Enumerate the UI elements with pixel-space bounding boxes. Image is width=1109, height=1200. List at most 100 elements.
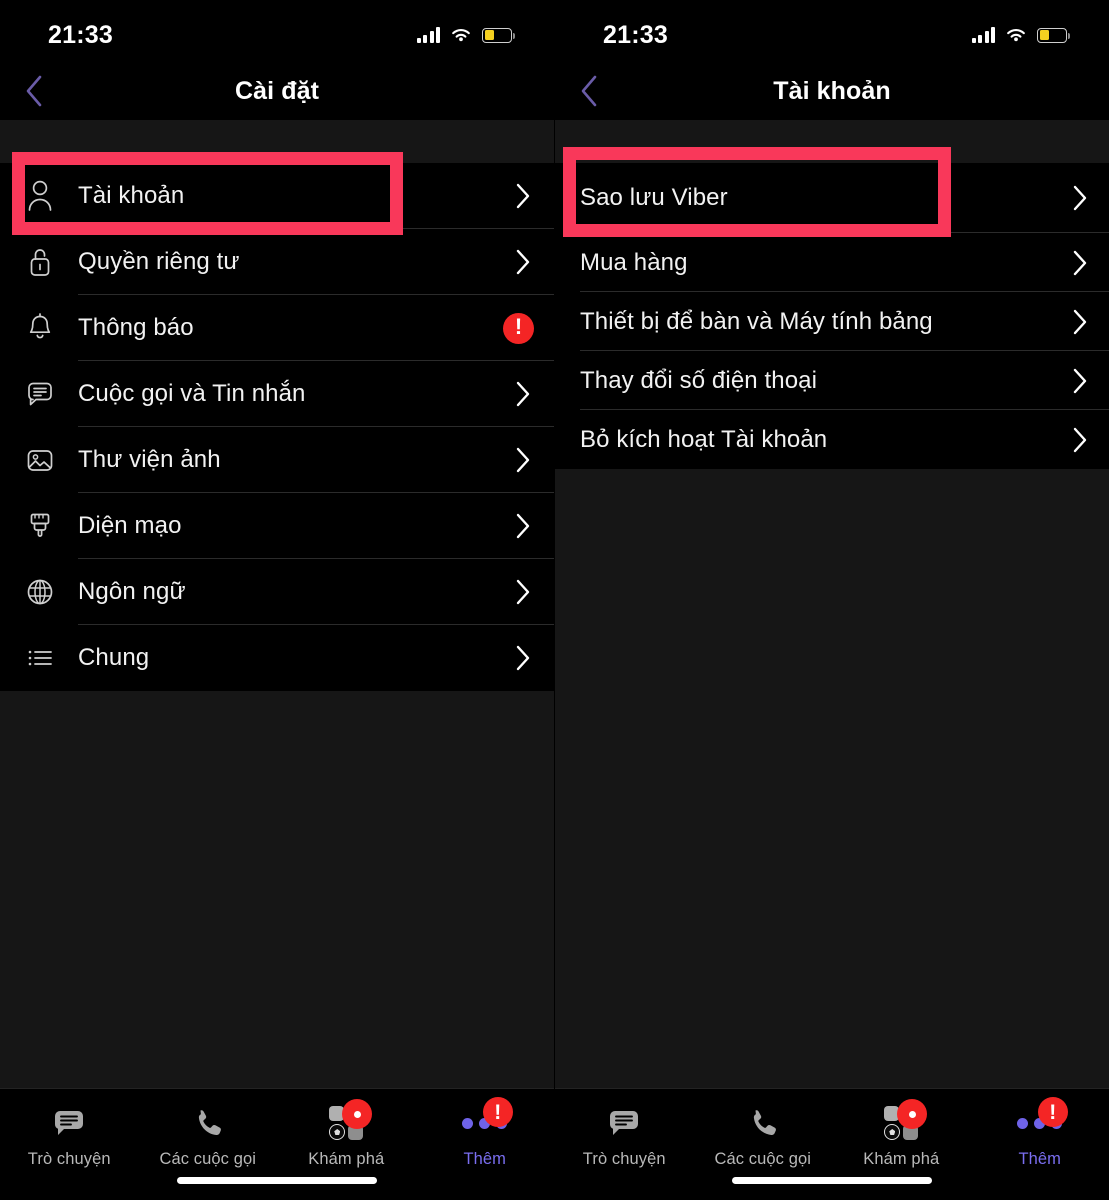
tab-bar-left: Trò chuyện Các cuộc gọi Khám phá ! Thêm (0, 1088, 554, 1200)
tab-explore[interactable]: Khám phá (277, 1099, 416, 1169)
tab-more[interactable]: ! Thêm (416, 1097, 555, 1169)
empty-body-right (555, 469, 1109, 1091)
chevron-right-icon (1072, 309, 1087, 335)
settings-row-language[interactable]: Ngôn ngữ (0, 559, 554, 625)
settings-row-photo-library[interactable]: Thư viện ảnh (0, 427, 554, 493)
tab-badge-dot (897, 1099, 928, 1129)
account-row-desktop-tablet[interactable]: Thiết bị để bàn và Máy tính bảng (555, 292, 1109, 351)
chevron-right-icon (515, 579, 530, 605)
tab-explore[interactable]: Khám phá (832, 1099, 971, 1169)
account-row-label: Thay đổi số điện thoại (580, 366, 818, 394)
account-row-label: Thiết bị để bàn và Máy tính bảng (580, 307, 933, 335)
settings-row-label: Thư viện ảnh (78, 446, 221, 473)
chevron-left-icon (581, 75, 597, 107)
chevron-right-icon (1072, 185, 1087, 211)
chevron-right-icon (515, 513, 530, 539)
page-title-right: Tài khoản (773, 76, 891, 105)
status-bar-indicators (971, 18, 1071, 44)
nav-bar-right: Tài khoản (555, 62, 1109, 120)
account-row-purchases[interactable]: Mua hàng (555, 233, 1109, 292)
photo-icon (18, 438, 62, 482)
settings-row-label: Chung (78, 644, 150, 671)
status-bar-right: 21:33 (555, 0, 1109, 62)
status-badge-alert: ! (503, 312, 534, 344)
settings-row-label: Diện mạo (78, 512, 182, 539)
account-row-viber-backup[interactable]: Sao lưu Viber (555, 163, 1109, 233)
status-bar-indicators (416, 18, 516, 44)
settings-row-appearance[interactable]: Diện mạo (0, 493, 554, 559)
tab-calls[interactable]: Các cuộc gọi (139, 1103, 278, 1169)
account-row-label: Mua hàng (580, 248, 688, 276)
settings-row-label: Quyền riêng tư (78, 248, 240, 275)
back-button-right[interactable] (569, 71, 609, 111)
tab-label: Khám phá (863, 1150, 940, 1168)
nav-list-gap-right (555, 120, 1109, 163)
tab-calls[interactable]: Các cuộc gọi (694, 1103, 833, 1169)
list-icon (18, 636, 62, 680)
chevron-right-icon (1072, 368, 1087, 394)
tab-label: Trò chuyện (582, 1150, 666, 1168)
tab-label: Thêm (1018, 1150, 1062, 1168)
back-button-left[interactable] (14, 71, 54, 111)
tab-label: Các cuộc gọi (159, 1150, 257, 1168)
bell-icon (18, 306, 62, 350)
chevron-right-icon (515, 645, 530, 671)
tab-label: Các cuộc gọi (714, 1150, 812, 1168)
wifi-icon (1007, 29, 1025, 42)
settings-list: Tài khoản Quyền riêng tư Thông báo ! Cuộ… (0, 163, 554, 691)
paintbrush-icon (18, 504, 62, 548)
battery-low-power-icon (482, 27, 516, 43)
globe-icon (18, 570, 62, 614)
tab-label: Khám phá (308, 1150, 385, 1168)
account-row-change-phone-number[interactable]: Thay đổi số điện thoại (555, 351, 1109, 410)
chevron-right-icon (1072, 250, 1087, 276)
chevron-left-icon (26, 75, 42, 107)
more-dots-icon: ! (462, 1097, 513, 1143)
tab-badge-alert: ! (482, 1097, 513, 1127)
settings-row-privacy[interactable]: Quyền riêng tư (0, 229, 554, 295)
nav-list-gap-left (0, 120, 554, 163)
chevron-right-icon (515, 183, 530, 209)
tab-label: Thêm (463, 1150, 507, 1168)
left-phone-panel: 21:33 Cài đặt Tài khoản Quyền riêng tư T… (0, 0, 554, 1200)
tab-chats[interactable]: Trò chuyện (555, 1103, 694, 1169)
lock-open-icon (18, 240, 62, 284)
phone-icon (741, 1103, 785, 1143)
empty-body-left (0, 691, 554, 1103)
settings-row-label: Cuộc gọi và Tin nhắn (78, 380, 306, 407)
explore-grid-icon (324, 1099, 373, 1143)
phone-icon (186, 1103, 230, 1143)
home-indicator (177, 1177, 377, 1184)
tab-label: Trò chuyện (27, 1150, 111, 1168)
chevron-right-icon (515, 447, 530, 473)
chat-bubble-icon (602, 1103, 646, 1143)
settings-row-notifications[interactable]: Thông báo ! (0, 295, 554, 361)
chevron-right-icon (515, 249, 530, 275)
settings-row-label: Thông báo (78, 314, 194, 341)
settings-row-account[interactable]: Tài khoản (0, 163, 554, 229)
page-title-left: Cài đặt (234, 76, 320, 105)
tab-bar-right: Trò chuyện Các cuộc gọi Khám phá ! Thêm (555, 1088, 1109, 1200)
home-indicator (732, 1177, 932, 1184)
chat-bubble-icon (47, 1103, 91, 1143)
account-row-deactivate-account[interactable]: Bỏ kích hoạt Tài khoản (555, 410, 1109, 469)
account-list: Sao lưu Viber Mua hàng Thiết bị để bàn v… (555, 163, 1109, 469)
cellular-bars-icon (971, 27, 995, 43)
wifi-icon (452, 29, 470, 42)
tab-chats[interactable]: Trò chuyện (0, 1103, 139, 1169)
tab-badge-dot (342, 1099, 373, 1129)
more-dots-icon: ! (1017, 1097, 1068, 1143)
settings-row-general[interactable]: Chung (0, 625, 554, 691)
tab-badge-alert: ! (1037, 1097, 1068, 1127)
status-bar-time: 21:33 (603, 20, 668, 49)
status-bar-time: 21:33 (48, 20, 113, 49)
explore-grid-icon (879, 1099, 928, 1143)
dual-screenshot-canvas: 21:33 Cài đặt Tài khoản Quyền riêng tư T… (0, 0, 1109, 1200)
settings-row-calls-messages[interactable]: Cuộc gọi và Tin nhắn (0, 361, 554, 427)
battery-low-power-icon (1037, 27, 1071, 43)
account-row-label: Sao lưu Viber (580, 184, 728, 211)
tab-more[interactable]: ! Thêm (971, 1097, 1109, 1169)
status-bar-left: 21:33 (0, 0, 554, 62)
person-icon (18, 174, 62, 218)
settings-row-label: Ngôn ngữ (78, 578, 186, 605)
